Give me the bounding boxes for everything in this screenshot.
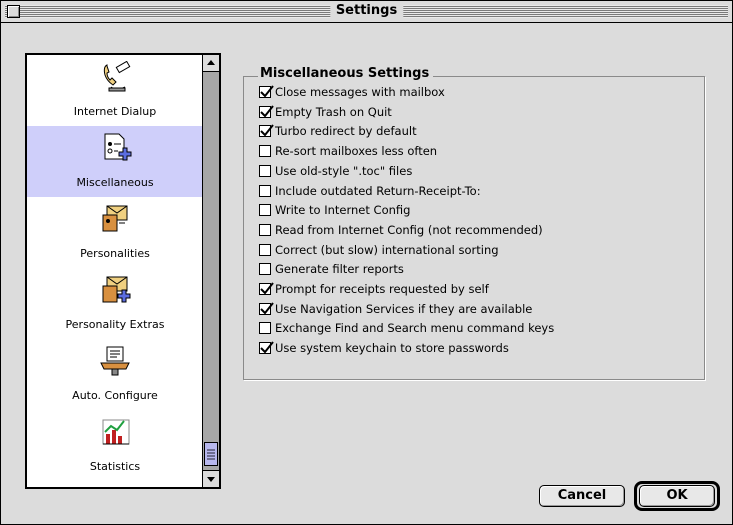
sidebar-item-label: Personalities: [80, 247, 150, 260]
option-row[interactable]: Exchange Find and Search menu command ke…: [259, 319, 554, 337]
checkbox-unchecked[interactable]: [259, 144, 271, 157]
settings-window: Settings Internet Dialup Miscellaneous P…: [0, 0, 733, 525]
option-row[interactable]: Use system keychain to store passwords: [259, 339, 509, 357]
option-row[interactable]: Close messages with mailbox: [259, 83, 445, 101]
option-label: Include outdated Return-Receipt-To:: [275, 184, 481, 198]
sidebar-item-label: Miscellaneous: [76, 176, 154, 189]
checkmark-icon: [260, 301, 274, 314]
checkbox-checked[interactable]: [259, 123, 274, 137]
option-row[interactable]: Write to Internet Config: [259, 201, 410, 219]
option-row[interactable]: Generate filter reports: [259, 260, 404, 278]
option-row[interactable]: Read from Internet Config (not recommend…: [259, 221, 543, 239]
option-label: Generate filter reports: [275, 262, 404, 276]
ok-button[interactable]: OK: [639, 485, 715, 507]
scroll-down-arrow-icon[interactable]: [203, 470, 219, 487]
sidebar-item-label: Internet Dialup: [73, 105, 157, 118]
option-label: Prompt for receipts requested by self: [275, 282, 489, 296]
dialup-phone-icon: [103, 61, 131, 92]
checkmark-icon: [260, 84, 274, 97]
option-label: Empty Trash on Quit: [275, 105, 392, 119]
sidebar-scrollbar[interactable]: [202, 53, 221, 489]
sidebar-item-label: Auto. Configure: [72, 389, 158, 402]
checkbox-unchecked[interactable]: [259, 243, 271, 256]
option-label: Turbo redirect by default: [275, 124, 417, 138]
checkbox-checked[interactable]: [259, 340, 274, 354]
checkmark-icon: [260, 104, 274, 117]
checkbox-checked[interactable]: [259, 301, 274, 315]
personality-extras-icon: [102, 276, 131, 303]
sidebar-item-miscellaneous[interactable]: Miscellaneous: [27, 126, 203, 197]
option-row[interactable]: Include outdated Return-Receipt-To:: [259, 182, 481, 200]
option-row[interactable]: Turbo redirect by default: [259, 122, 417, 140]
group-title: Miscellaneous Settings: [258, 65, 434, 83]
auto-configure-icon: [100, 346, 130, 376]
option-row[interactable]: Use Navigation Services if they are avai…: [259, 300, 532, 318]
sidebar-item-label: Personality Extras: [65, 318, 165, 331]
option-row[interactable]: Correct (but slow) international sorting: [259, 241, 499, 259]
sidebar-item-label: Statistics: [89, 460, 141, 473]
option-label: Exchange Find and Search menu command ke…: [275, 321, 555, 335]
miscellaneous-icon: [104, 133, 132, 161]
sidebar-item-personality-extras[interactable]: Personality Extras: [27, 268, 203, 339]
checkbox-checked[interactable]: [259, 84, 274, 98]
sidebar-item-statistics[interactable]: Statistics: [27, 410, 203, 481]
option-label: Re-sort mailboxes less often: [275, 144, 438, 158]
checkbox-checked[interactable]: [259, 104, 274, 118]
checkbox-checked[interactable]: [259, 281, 274, 295]
title-bar[interactable]: Settings: [1, 1, 732, 23]
option-label: Read from Internet Config (not recommend…: [275, 223, 543, 237]
option-label: Write to Internet Config: [275, 203, 411, 217]
checkbox-unchecked[interactable]: [259, 164, 271, 177]
sidebar-item-auto-configure[interactable]: Auto. Configure: [27, 339, 203, 410]
option-row[interactable]: Empty Trash on Quit: [259, 103, 392, 121]
grip-icon: [207, 449, 215, 460]
option-row[interactable]: Re-sort mailboxes less often: [259, 142, 437, 160]
checkmark-icon: [260, 340, 274, 353]
statistics-icon: [102, 419, 130, 445]
option-label: Close messages with mailbox: [275, 85, 445, 99]
window-title: Settings: [329, 3, 404, 19]
checkbox-unchecked[interactable]: [259, 184, 271, 197]
option-label: Use system keychain to store passwords: [275, 341, 509, 355]
checkbox-unchecked[interactable]: [259, 321, 271, 334]
option-row[interactable]: Use old-style ".toc" files: [259, 162, 412, 180]
checkmark-icon: [260, 123, 274, 136]
option-row[interactable]: Prompt for receipts requested by self: [259, 280, 489, 298]
scroll-thumb[interactable]: [204, 442, 218, 466]
personalities-icon: [102, 205, 128, 232]
sidebar-item-personalities[interactable]: Personalities: [27, 197, 203, 268]
checkmark-icon: [260, 281, 274, 294]
checkbox-unchecked[interactable]: [259, 223, 271, 236]
close-box-button[interactable]: [7, 5, 20, 18]
option-label: Use old-style ".toc" files: [275, 164, 413, 178]
sidebar-item-internet-dialup[interactable]: Internet Dialup: [27, 55, 203, 126]
option-label: Correct (but slow) international sorting: [275, 243, 499, 257]
scroll-up-arrow-icon[interactable]: [203, 55, 219, 72]
cancel-button[interactable]: Cancel: [539, 485, 625, 507]
checkbox-unchecked[interactable]: [259, 262, 271, 275]
settings-category-list[interactable]: Internet Dialup Miscellaneous Personalit…: [25, 53, 205, 489]
checkbox-unchecked[interactable]: [259, 203, 271, 216]
option-label: Use Navigation Services if they are avai…: [275, 302, 533, 316]
